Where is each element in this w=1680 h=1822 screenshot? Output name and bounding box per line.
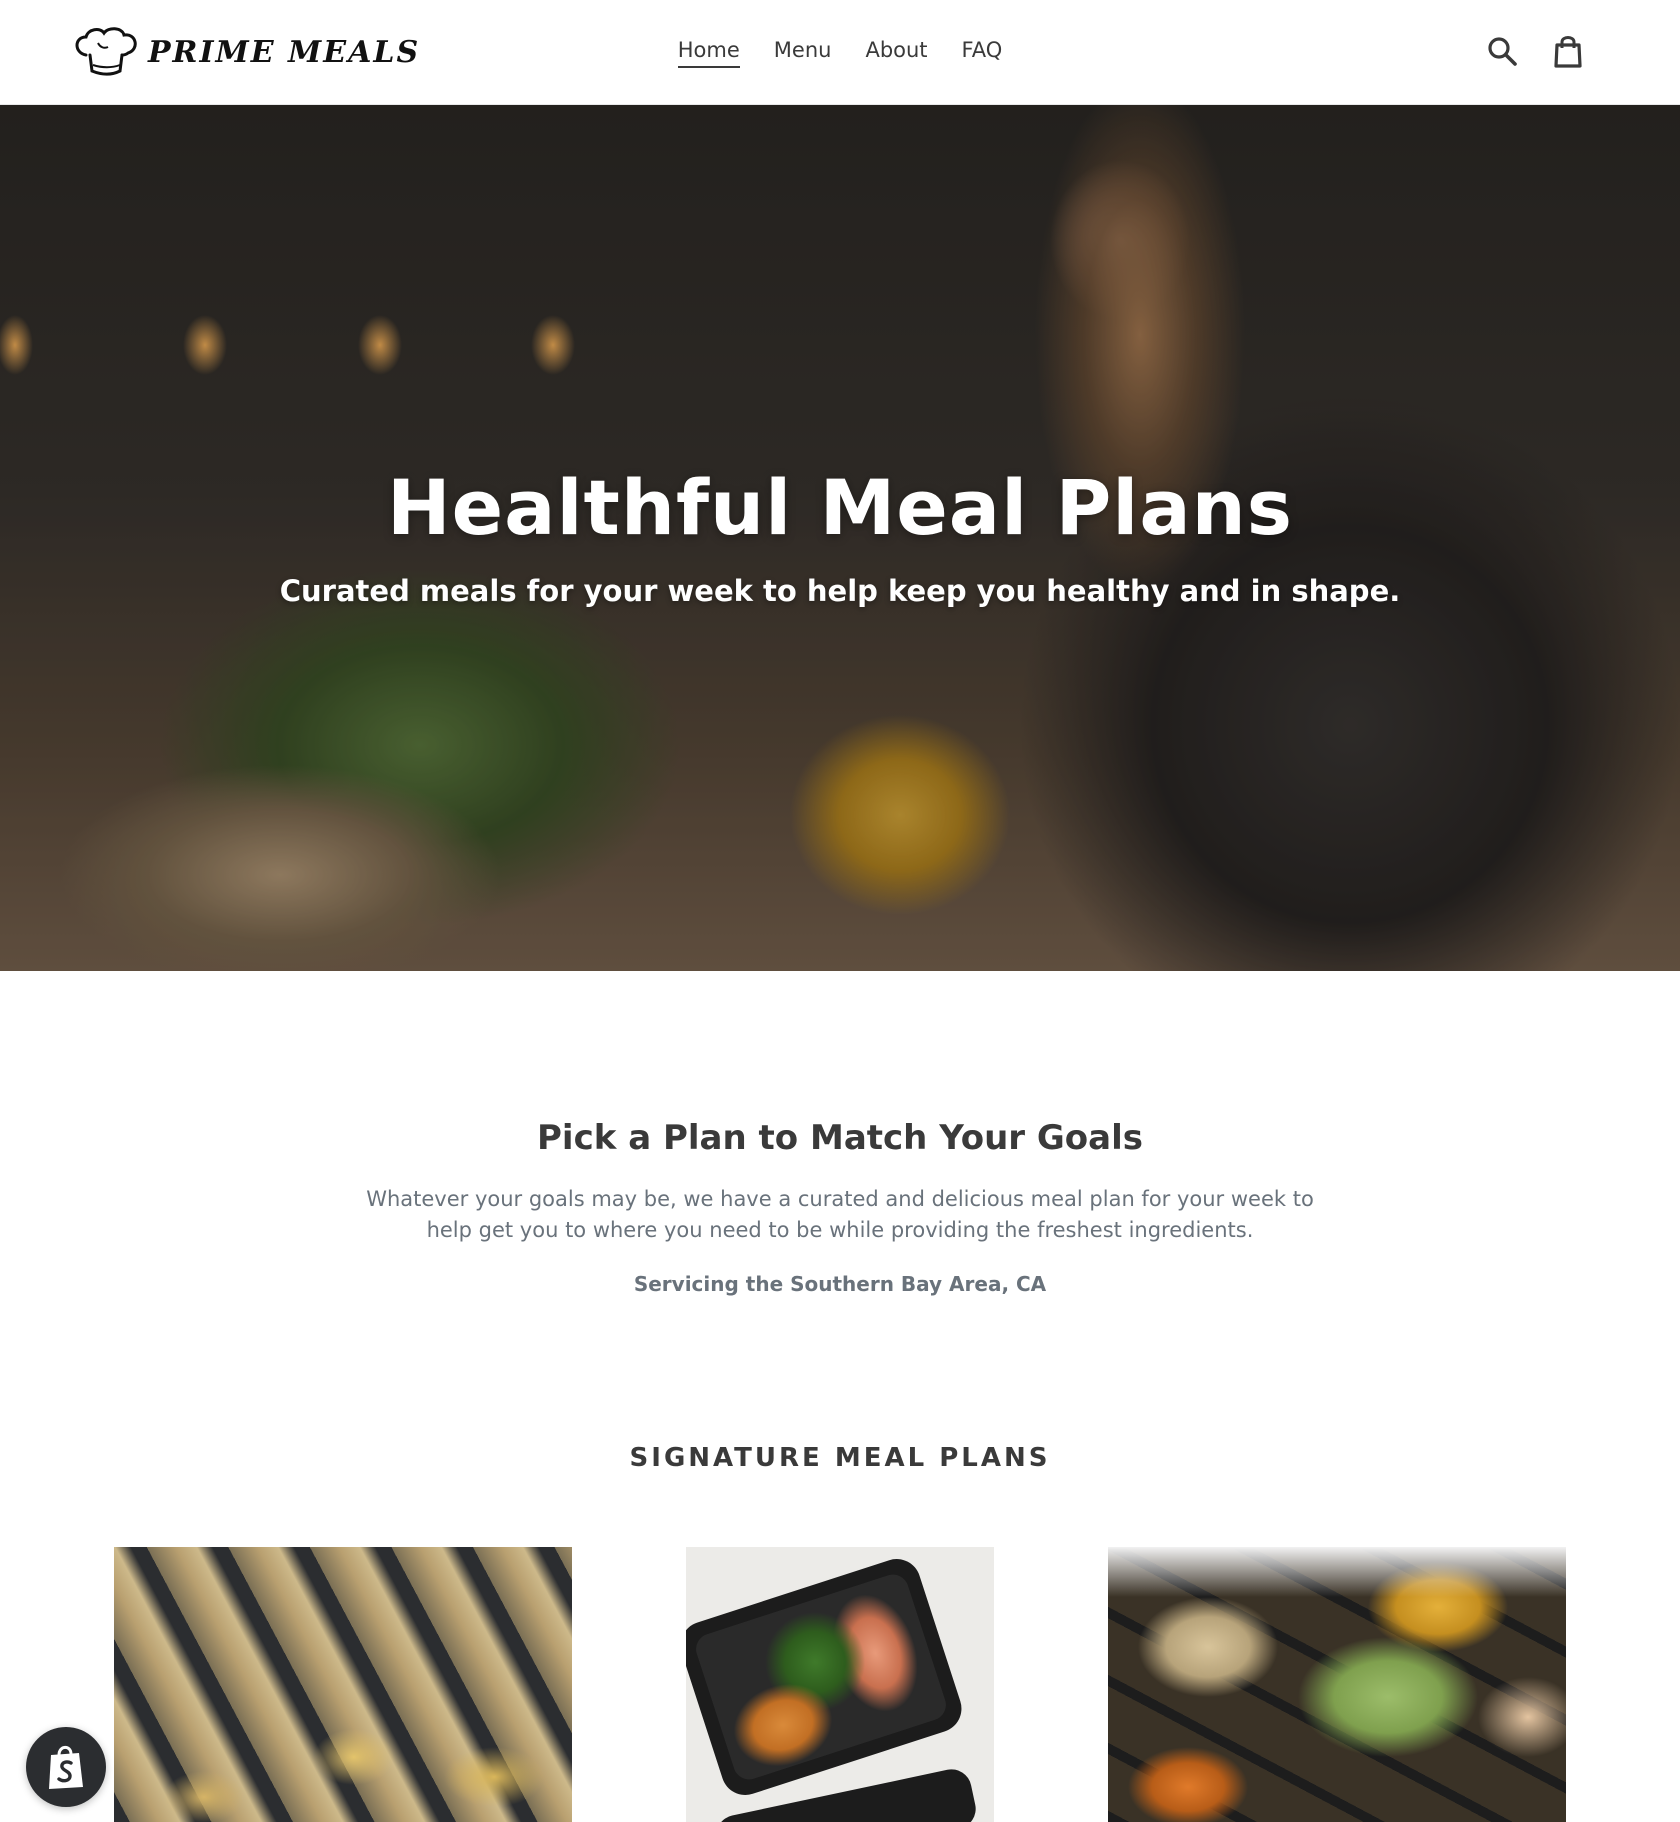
shopify-bag-icon [49,1745,83,1789]
nav-item-home[interactable]: Home [677,38,740,68]
service-area-text: Servicing the Southern Bay Area, CA [633,1272,1047,1296]
hero-banner: Healthful Meal Plans Curated meals for y… [0,105,1680,971]
nav-item-menu[interactable]: Menu [774,38,832,68]
site-header: PRIME MEALS Home Menu About FAQ [0,0,1680,105]
meal-plan-image-3[interactable] [1108,1547,1566,1822]
intro-description: Whatever your goals may be, we have a cu… [366,1187,1314,1242]
hero-title: Healthful Meal Plans [387,463,1293,552]
hero-subtitle: Curated meals for your week to help keep… [279,574,1401,608]
intro-section: Pick a Plan to Match Your Goals Whatever… [0,1118,1680,1296]
intro-heading: Pick a Plan to Match Your Goals [537,1118,1143,1158]
hero-content: Healthful Meal Plans Curated meals for y… [0,463,1680,608]
meal-plan-image-1[interactable] [114,1547,572,1822]
nav-item-faq[interactable]: FAQ [962,38,1003,68]
plans-section-title: SIGNATURE MEAL PLANS [629,1443,1051,1473]
shopify-badge-button[interactable] [26,1727,106,1807]
cart-button[interactable] [1550,32,1586,70]
main-nav: Home Menu About FAQ [0,38,1680,68]
search-button[interactable] [1484,32,1520,70]
cart-icon [1554,36,1582,68]
header-actions [1484,32,1586,70]
nav-item-about[interactable]: About [865,38,927,68]
meal-tray-graphic [686,1552,968,1802]
meal-plan-image-2[interactable] [686,1547,994,1822]
search-icon [1488,37,1517,66]
